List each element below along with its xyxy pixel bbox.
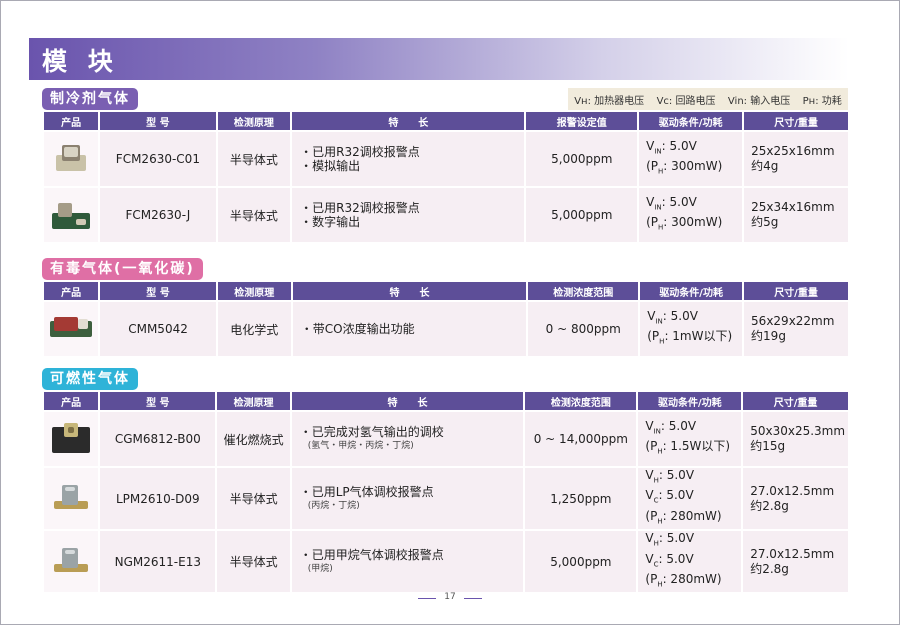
product-image xyxy=(44,302,99,356)
size-cell: 25x34x16mm 约5g xyxy=(744,188,848,242)
product-image xyxy=(44,412,99,466)
model-cell: CMM5042 xyxy=(100,302,216,356)
product-image xyxy=(44,188,99,242)
column-header: 型 号 xyxy=(100,282,216,300)
table-row: LPM2610-D09 半导体式 ・已用LP气体调校报警点 (丙烷・丁烷) 1,250p… xyxy=(44,468,848,530)
product-image xyxy=(44,468,99,530)
model-cell: FCM2630-J xyxy=(100,188,216,242)
column-header: 产品 xyxy=(44,392,99,410)
model-cell: CGM6812-B00 xyxy=(100,412,216,466)
features-cell: ・已用R32调校报警点 ・模拟输出 xyxy=(292,132,525,186)
column-header: 产品 xyxy=(44,112,99,130)
page-number: 17 xyxy=(414,592,486,602)
value-cell: 5,000ppm xyxy=(526,188,638,242)
column-header: 产品 xyxy=(44,282,99,300)
principle-cell: 半导体式 xyxy=(217,132,291,186)
column-header: 型 号 xyxy=(100,392,216,410)
column-header: 检测浓度范围 xyxy=(525,392,637,410)
drive-cell: VH: 5.0V VC: 5.0V (PH: 280mW) xyxy=(638,468,742,530)
legend-box: Vʜ: 加热器电压 Vc: 回路电压 Vin: 输入电压 Pʜ: 功耗 xyxy=(568,88,848,110)
drive-cell: VH: 5.0V VC: 5.0V (PH: 280mW) xyxy=(638,531,742,593)
column-header: 驱动条件/功耗 xyxy=(639,112,743,130)
size-cell: 25x25x16mm 约4g xyxy=(744,132,848,186)
section-title-toxic: 有毒气体(一氧化碳) xyxy=(42,258,203,280)
column-header: 特 长 xyxy=(292,112,525,130)
size-cell: 50x30x25.3mm 约15g xyxy=(743,412,848,466)
value-cell: 0 ~ 14,000ppm xyxy=(525,412,637,466)
column-header: 尺寸/重量 xyxy=(744,112,848,130)
features-cell: ・已完成对氢气输出的调校 (氢气・甲烷・丙烷・丁烷) xyxy=(291,412,524,466)
column-header: 型 号 xyxy=(100,112,216,130)
drive-cell: VIN: 5.0V (PH: 1mW以下) xyxy=(640,302,743,356)
features-cell: ・带CO浓度输出功能 xyxy=(292,302,527,356)
drive-cell: VIN: 5.0V (PH: 300mW) xyxy=(639,132,743,186)
features-cell: ・已用甲烷气体调校报警点 (甲烷) xyxy=(291,531,524,593)
column-header: 报警设定值 xyxy=(526,112,638,130)
column-header: 特 长 xyxy=(291,392,524,410)
legend-vin: Vin: 输入电压 xyxy=(727,95,791,107)
legend-ph: Pʜ: 功耗 xyxy=(802,95,842,107)
title-banner: 模 块 xyxy=(29,38,849,80)
principle-cell: 电化学式 xyxy=(217,302,291,356)
size-cell: 27.0x12.5mm 约2.8g xyxy=(743,468,848,530)
principle-cell: 半导体式 xyxy=(217,531,290,593)
principle-cell: 半导体式 xyxy=(217,468,290,530)
table-row: FCM2630-C01 半导体式 ・已用R32调校报警点 ・模拟输出 5,000ppm V… xyxy=(44,132,848,186)
product-image xyxy=(44,531,99,593)
table-combustible: 产品型 号检测原理特 长检测浓度范围 驱动条件/功耗 尺寸/重量 CGM6812-B0… xyxy=(42,390,850,594)
table-toxic: 产品型 号检测原理特 长检测浓度范围 驱动条件/功耗 尺寸/重量 CMM5042 电化学… xyxy=(42,280,850,358)
value-cell: 5,000ppm xyxy=(525,531,637,593)
features-cell: ・已用R32调校报警点 ・数字输出 xyxy=(292,188,525,242)
value-cell: 1,250ppm xyxy=(525,468,637,530)
table-row: FCM2630-J 半导体式 ・已用R32调校报警点 ・数字输出 5,000ppm VIN… xyxy=(44,188,848,242)
product-image xyxy=(44,132,99,186)
section-title-refrigerant: 制冷剂气体 xyxy=(42,88,138,110)
model-cell: LPM2610-D09 xyxy=(100,468,216,530)
column-header: 驱动条件/功耗 xyxy=(640,282,743,300)
model-cell: FCM2630-C01 xyxy=(100,132,216,186)
drive-cell: VIN: 5.0V (PH: 300mW) xyxy=(639,188,743,242)
section-title-combustible: 可燃性气体 xyxy=(42,368,138,390)
value-cell: 5,000ppm xyxy=(526,132,638,186)
table-refrigerant: 产品型 号检测原理特 长报警设定值 驱动条件/功耗 尺寸/重量 FCM2630-C01… xyxy=(42,110,850,244)
size-cell: 27.0x12.5mm 约2.8g xyxy=(743,531,848,593)
column-header: 检测浓度范围 xyxy=(528,282,639,300)
value-cell: 0 ~ 800ppm xyxy=(528,302,639,356)
column-header: 驱动条件/功耗 xyxy=(638,392,742,410)
table-row: CMM5042 电化学式 ・带CO浓度输出功能 0 ~ 800ppm VIN: 5.0V… xyxy=(44,302,848,356)
features-cell: ・已用LP气体调校报警点 (丙烷・丁烷) xyxy=(291,468,524,530)
drive-cell: VIN: 5.0V (PH: 1.5W以下) xyxy=(638,412,742,466)
table-row: CGM6812-B00 催化燃烧式 ・已完成对氢气输出的调校 (氢气・甲烷・丙烷・丁烷… xyxy=(44,412,848,466)
legend-vh: Vʜ: 加热器电压 xyxy=(574,95,645,107)
table-row: NGM2611-E13 半导体式 ・已用甲烷气体调校报警点 (甲烷) 5,000ppm V… xyxy=(44,531,848,593)
column-header: 检测原理 xyxy=(217,392,290,410)
model-cell: NGM2611-E13 xyxy=(100,531,216,593)
principle-cell: 催化燃烧式 xyxy=(217,412,290,466)
column-header: 尺寸/重量 xyxy=(744,282,848,300)
column-header: 检测原理 xyxy=(217,112,291,130)
column-header: 尺寸/重量 xyxy=(743,392,848,410)
size-cell: 56x29x22mm 约19g xyxy=(744,302,848,356)
legend-vc: Vc: 回路电压 xyxy=(656,95,716,107)
principle-cell: 半导体式 xyxy=(217,188,291,242)
column-header: 检测原理 xyxy=(217,282,291,300)
column-header: 特 长 xyxy=(292,282,527,300)
page-title: 模 块 xyxy=(42,47,119,76)
